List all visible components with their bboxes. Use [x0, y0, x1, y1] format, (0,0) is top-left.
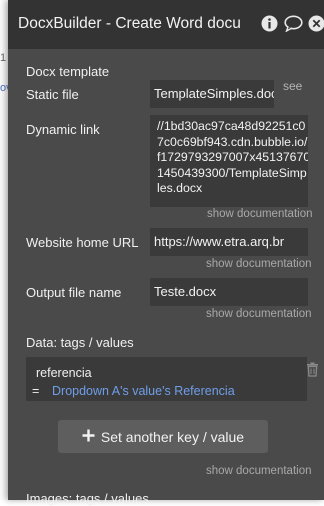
plus-icon: [82, 429, 95, 445]
static-file-label: Static file: [26, 87, 79, 102]
static-file-field[interactable]: TemplateSimples.docx: [150, 80, 274, 108]
website-home-url-label: Website home URL: [26, 235, 138, 250]
see-link[interactable]: see: [283, 79, 302, 93]
section-data-tags: Data: tags / values: [26, 335, 134, 350]
trash-icon[interactable]: [306, 362, 319, 382]
info-icon[interactable]: [261, 15, 278, 37]
show-documentation-link[interactable]: show documentation: [207, 208, 312, 220]
show-documentation-link[interactable]: show documentation: [206, 465, 311, 477]
background-text: 1: [0, 52, 6, 64]
equals-sign: =: [32, 384, 39, 398]
close-icon[interactable]: [308, 15, 324, 37]
property-editor-panel: DocxBuilder - Create Word docu Docx temp…: [8, 0, 324, 500]
dynamic-link-label: Dynamic link: [26, 122, 100, 137]
output-file-name-label: Output file name: [26, 285, 121, 300]
dynamic-link-line: f1729793297007x45137670: [157, 150, 304, 166]
comment-icon[interactable]: [284, 15, 303, 37]
panel-titlebar[interactable]: DocxBuilder - Create Word docu: [8, 0, 324, 49]
dynamic-link-line: 7c0c69bf943.cdn.bubble.io/: [157, 135, 304, 151]
section-images-tags: Images: tags / values: [26, 491, 149, 506]
button-label: Set another key / value: [101, 429, 244, 445]
dynamic-link-line: 1450439300/TemplateSimp: [157, 166, 304, 182]
dynamic-link-line: les.docx: [157, 181, 304, 197]
dynamic-link-line: //1bd30ac97ca48d92251c0: [157, 119, 304, 135]
key-value-row: referencia = Dropdown A's value's Refere…: [26, 357, 307, 401]
tag-value-expression[interactable]: Dropdown A's value's Referencia: [52, 384, 235, 398]
show-documentation-link[interactable]: show documentation: [206, 258, 311, 270]
background-link: ov: [0, 82, 8, 94]
tag-key-field[interactable]: referencia: [36, 366, 92, 380]
dynamic-link-field[interactable]: //1bd30ac97ca48d92251c0 7c0c69bf943.cdn.…: [150, 115, 308, 207]
section-docx-template: Docx template: [26, 64, 109, 79]
output-file-name-field[interactable]: Teste.docx: [150, 278, 308, 306]
panel-title: DocxBuilder - Create Word docu: [18, 15, 256, 33]
set-another-key-value-button[interactable]: Set another key / value: [58, 420, 268, 453]
website-home-url-field[interactable]: https://www.etra.arq.br: [150, 228, 308, 256]
show-documentation-link[interactable]: show documentation: [206, 308, 311, 320]
